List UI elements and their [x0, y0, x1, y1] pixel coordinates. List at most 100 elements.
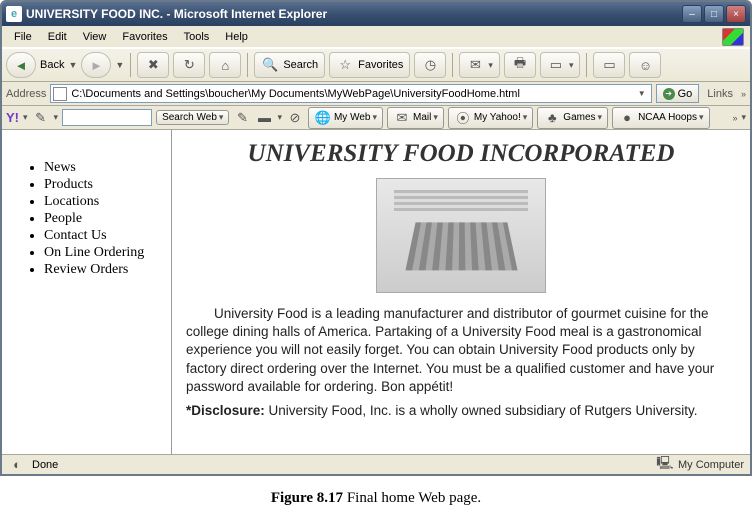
- menu-edit[interactable]: Edit: [40, 29, 75, 45]
- edit-button[interactable]: ▭▾: [540, 52, 581, 78]
- sidebar-item-locations[interactable]: Locations: [44, 194, 163, 210]
- document-icon: [53, 87, 67, 101]
- games-button[interactable]: ♣Games▾: [537, 107, 608, 129]
- browser-window: e UNIVERSITY FOOD INC. - Microsoft Inter…: [0, 0, 752, 476]
- star-icon: ☆: [336, 56, 354, 74]
- messenger-button[interactable]: ☺: [629, 52, 661, 78]
- stop-button[interactable]: ✖: [137, 52, 169, 78]
- ncaa-button[interactable]: ●NCAA Hoops▾: [612, 107, 709, 129]
- figure-text: Final home Web page.: [343, 490, 481, 506]
- yahoo-toolbar: Y! ▾ ✎▾ Search Web▾ ✎ ▬▾ ⊘ 🌐My Web▾ ✉Mai…: [2, 106, 750, 130]
- popup-icon[interactable]: ⊘: [286, 109, 304, 127]
- links-label[interactable]: Links: [703, 88, 737, 100]
- disclosure-label: *Disclosure:: [186, 403, 265, 418]
- address-text[interactable]: C:\Documents and Settings\boucher\My Doc…: [71, 88, 630, 100]
- globe-icon: 🌐: [314, 109, 332, 127]
- mail-yahoo-button[interactable]: ✉Mail▾: [387, 107, 444, 129]
- back-dropdown-icon[interactable]: ▼: [68, 60, 77, 70]
- refresh-button[interactable]: ↻: [173, 52, 205, 78]
- go-arrow-icon: ➔: [663, 88, 675, 100]
- address-bar: Address C:\Documents and Settings\bouche…: [2, 82, 750, 106]
- myweb-button[interactable]: 🌐My Web▾: [308, 107, 383, 129]
- mail-button[interactable]: ✉▾: [459, 52, 500, 78]
- envelope-icon: ✉: [393, 109, 411, 127]
- menubar: File Edit View Favorites Tools Help: [2, 26, 750, 48]
- sidebar-item-people[interactable]: People: [44, 211, 163, 227]
- ie-icon: e: [6, 6, 22, 22]
- disclosure-text: University Food, Inc. is a wholly owned …: [265, 403, 698, 418]
- figure-number: Figure 8.17: [271, 490, 343, 506]
- sidebar-item-contact[interactable]: Contact Us: [44, 228, 163, 244]
- favorites-button[interactable]: ☆ Favorites: [329, 52, 410, 78]
- links-chevron-icon[interactable]: »: [741, 89, 746, 99]
- sidebar-item-ordering[interactable]: On Line Ordering: [44, 245, 163, 261]
- disclosure-paragraph: *Disclosure: University Food, Inc. is a …: [186, 402, 736, 420]
- go-label: Go: [678, 88, 693, 100]
- forward-arrow-icon: ►: [87, 56, 105, 74]
- security-zone: 🖳 My Computer: [656, 456, 744, 474]
- address-dropdown-icon[interactable]: ▼: [635, 89, 649, 98]
- sidebar-item-review[interactable]: Review Orders: [44, 262, 163, 278]
- highlight-icon[interactable]: ▬: [255, 109, 273, 127]
- yahoo-logo-icon[interactable]: Y!: [6, 110, 19, 125]
- edit-icon: ▭: [547, 56, 565, 74]
- nav-toolbar: ◄ Back ▼ ► ▼ ✖ ↻ ⌂ 🔍 Search ☆ Favorites …: [2, 48, 750, 82]
- menu-favorites[interactable]: Favorites: [114, 29, 175, 45]
- page-heading: UNIVERSITY FOOD INCORPORATED: [186, 140, 736, 168]
- go-button[interactable]: ➔ Go: [656, 84, 700, 103]
- search-label: Search: [283, 59, 318, 71]
- discuss-icon: ▭: [600, 56, 618, 74]
- menu-help[interactable]: Help: [217, 29, 256, 45]
- status-text: Done: [32, 459, 650, 471]
- window-title: UNIVERSITY FOOD INC. - Microsoft Interne…: [26, 7, 682, 21]
- myyahoo-button[interactable]: ⦿My Yahoo!▾: [448, 107, 533, 129]
- sidebar: News Products Locations People Contact U…: [2, 130, 172, 454]
- address-label: Address: [6, 88, 46, 100]
- windows-flag-icon: [722, 28, 744, 46]
- print-icon: 🖶: [511, 56, 529, 74]
- stop-icon: ✖: [144, 56, 162, 74]
- titlebar: e UNIVERSITY FOOD INC. - Microsoft Inter…: [2, 2, 750, 26]
- status-bar: ◐ Done 🖳 My Computer: [2, 454, 750, 474]
- menu-tools[interactable]: Tools: [176, 29, 218, 45]
- favorites-label: Favorites: [358, 59, 403, 71]
- back-arrow-icon: ◄: [12, 56, 30, 74]
- search-web-button[interactable]: Search Web▾: [156, 110, 229, 125]
- search-button[interactable]: 🔍 Search: [254, 52, 325, 78]
- maximize-button[interactable]: □: [704, 5, 724, 23]
- sidebar-item-news[interactable]: News: [44, 160, 163, 176]
- pencil2-icon[interactable]: ✎: [233, 109, 251, 127]
- history-icon: ◷: [421, 56, 439, 74]
- address-input-container[interactable]: C:\Documents and Settings\boucher\My Doc…: [50, 84, 651, 103]
- content-area: News Products Locations People Contact U…: [2, 130, 750, 454]
- done-icon: ◐: [8, 456, 26, 474]
- minimize-button[interactable]: –: [682, 5, 702, 23]
- back-button[interactable]: ◄: [6, 52, 36, 78]
- messenger-icon: ☺: [636, 56, 654, 74]
- main-content: UNIVERSITY FOOD INCORPORATED University …: [172, 130, 750, 454]
- yahoo-more-chevron-icon[interactable]: »: [732, 113, 737, 123]
- games-icon: ♣: [543, 109, 561, 127]
- home-button[interactable]: ⌂: [209, 52, 241, 78]
- forward-button[interactable]: ►: [81, 52, 111, 78]
- my-icon: ⦿: [454, 109, 472, 127]
- search-icon: 🔍: [261, 56, 279, 74]
- zone-label: My Computer: [678, 459, 744, 471]
- history-button[interactable]: ◷: [414, 52, 446, 78]
- intro-paragraph: University Food is a leading manufacture…: [186, 305, 736, 396]
- close-button[interactable]: ×: [726, 5, 746, 23]
- forward-dropdown-icon[interactable]: ▼: [115, 60, 124, 70]
- mail-icon: ✉: [466, 56, 484, 74]
- figure-caption: Figure 8.17 Final home Web page.: [0, 490, 752, 507]
- back-label[interactable]: Back: [40, 59, 64, 71]
- menu-file[interactable]: File: [6, 29, 40, 45]
- sidebar-item-products[interactable]: Products: [44, 177, 163, 193]
- yahoo-search-input[interactable]: [62, 109, 152, 126]
- pencil-icon[interactable]: ✎: [32, 109, 50, 127]
- ball-icon: ●: [618, 109, 636, 127]
- computer-icon: 🖳: [656, 456, 674, 474]
- print-button[interactable]: 🖶: [504, 52, 536, 78]
- home-icon: ⌂: [216, 56, 234, 74]
- menu-view[interactable]: View: [75, 29, 115, 45]
- discuss-button[interactable]: ▭: [593, 52, 625, 78]
